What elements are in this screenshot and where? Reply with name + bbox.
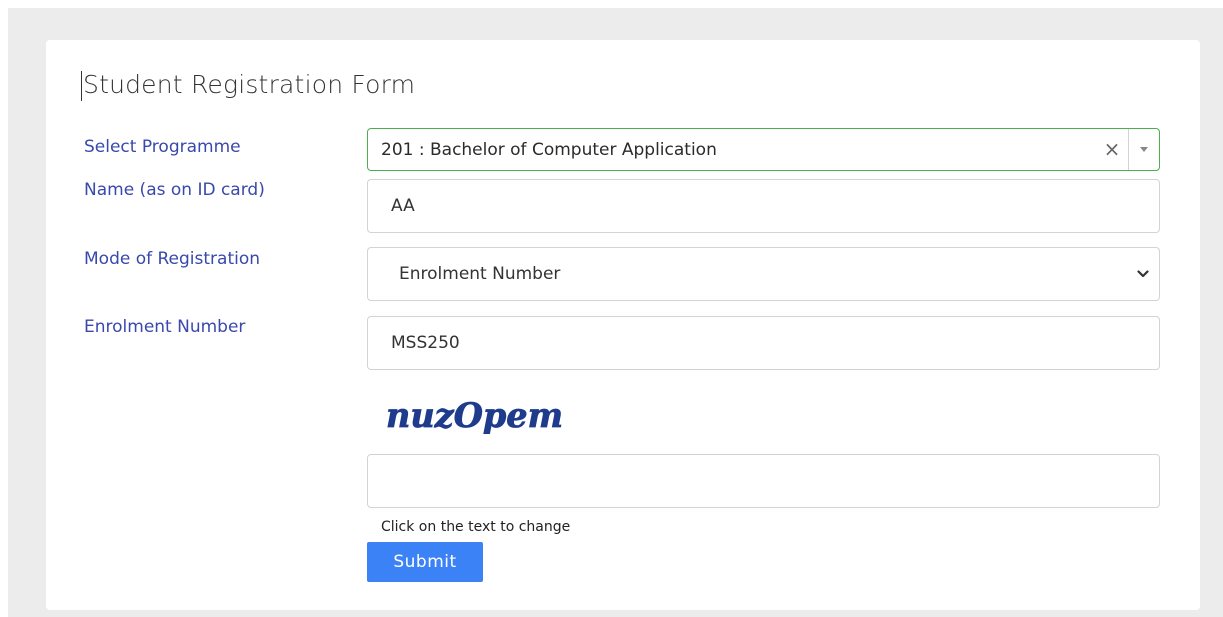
captcha-input[interactable] — [367, 454, 1160, 508]
programme-label: Select Programme — [84, 137, 241, 157]
caret-down-icon[interactable] — [1128, 129, 1159, 170]
programme-select[interactable]: 201 : Bachelor of Computer Application × — [367, 128, 1160, 171]
name-label: Name (as on ID card) — [84, 180, 265, 200]
captcha-hint: Click on the text to change — [381, 519, 571, 535]
mode-selected-value: Enrolment Number — [399, 264, 561, 284]
mode-label: Mode of Registration — [84, 249, 261, 269]
enrolment-input[interactable] — [367, 316, 1160, 370]
form-title: Student Registration Form — [83, 70, 416, 99]
captcha-text: nuzOpem — [386, 396, 563, 434]
captcha-image[interactable]: nuzOpem — [386, 390, 586, 434]
chevron-down-icon — [1137, 268, 1149, 280]
enrolment-label: Enrolment Number — [84, 317, 246, 337]
text-caret — [81, 71, 82, 101]
name-input[interactable] — [367, 179, 1160, 233]
submit-button[interactable]: Submit — [367, 542, 483, 582]
programme-selected-value: 201 : Bachelor of Computer Application — [381, 139, 717, 160]
close-icon[interactable]: × — [1096, 129, 1128, 170]
mode-select[interactable]: Enrolment Number — [367, 247, 1160, 301]
